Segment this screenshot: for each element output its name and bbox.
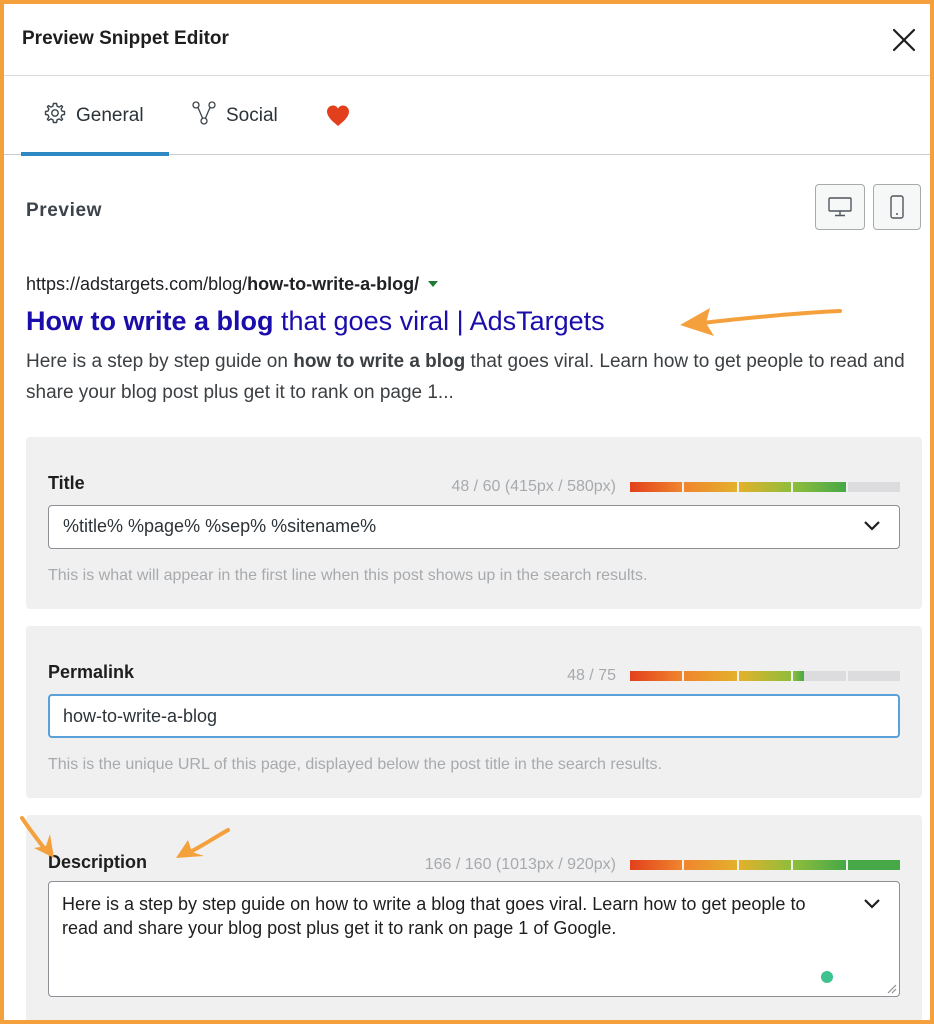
permalink-length-meter xyxy=(630,671,901,681)
heart-icon xyxy=(327,105,349,126)
meter-segment-fill xyxy=(630,482,683,492)
meter-segment xyxy=(738,860,792,870)
serp-url-base: https://adstargets.com/blog/ xyxy=(26,274,248,294)
meter-segment xyxy=(847,860,901,870)
share-nodes-icon xyxy=(191,100,217,132)
meter-segment-fill xyxy=(738,860,792,870)
title-template-value: %title% %page% %sep% %sitename% xyxy=(63,516,377,536)
tab-general[interactable]: General xyxy=(21,77,169,156)
tab-general-label: General xyxy=(76,105,144,126)
annotation-arrow-title xyxy=(680,308,842,336)
title-char-counter: 48 / 60 (415px / 580px) xyxy=(451,478,616,495)
description-length-meter xyxy=(630,860,901,870)
desktop-preview-button[interactable] xyxy=(815,184,865,230)
meter-segment-fill xyxy=(684,860,737,870)
meter-segment xyxy=(847,482,901,492)
mobile-icon xyxy=(890,195,904,219)
meter-segment xyxy=(847,671,901,681)
mobile-preview-button[interactable] xyxy=(873,184,921,230)
modal: Preview Snippet Editor General Social Pr… xyxy=(0,0,934,1024)
serp-title-keyword: How to write a blog xyxy=(26,306,274,336)
description-char-counter: 166 / 160 (1013px / 920px) xyxy=(424,856,616,873)
gear-icon xyxy=(43,101,67,131)
description-textarea[interactable]: Here is a step by step guide on how to w… xyxy=(48,881,900,997)
meter-segment xyxy=(630,860,683,870)
meter-segment xyxy=(630,482,683,492)
meter-segment xyxy=(738,671,792,681)
meter-segment-fill xyxy=(738,671,792,681)
permalink-char-counter: 48 / 75 xyxy=(567,667,616,684)
meter-segment-fill xyxy=(684,482,737,492)
meter-segment-fill xyxy=(684,671,737,681)
title-template-select[interactable]: %title% %page% %sep% %sitename% xyxy=(48,505,900,549)
chevron-down-icon xyxy=(864,521,880,531)
chevron-down-icon[interactable] xyxy=(863,898,881,910)
serp-desc-keyword: how to write a blog xyxy=(293,351,466,372)
tab-heart[interactable] xyxy=(324,77,352,155)
serp-desc-pre: Here is a step by step guide on xyxy=(26,351,294,372)
permalink-help-text: This is the unique URL of this page, dis… xyxy=(48,756,662,773)
description-field-label: Description xyxy=(48,852,148,872)
status-dot xyxy=(821,971,833,983)
meter-segment-fill xyxy=(793,860,846,870)
title-field-panel: Title 48 / 60 (415px / 580px) %title% %p… xyxy=(26,437,922,609)
modal-header: Preview Snippet Editor xyxy=(4,4,930,76)
meter-segment xyxy=(793,671,846,681)
meter-segment-fill xyxy=(847,860,901,870)
preview-heading: Preview xyxy=(26,200,103,221)
serp-description: Here is a step by step guide on how to w… xyxy=(26,346,916,408)
meter-segment xyxy=(684,671,737,681)
meter-segment-fill xyxy=(630,671,683,681)
serp-url-slug: how-to-write-a-blog/ xyxy=(247,274,420,294)
meter-segment xyxy=(630,671,683,681)
meter-segment-fill xyxy=(793,671,804,681)
meter-segment-fill xyxy=(630,860,683,870)
meter-segment xyxy=(738,482,792,492)
meter-segment xyxy=(793,482,846,492)
resize-handle-icon[interactable] xyxy=(885,982,897,994)
modal-title: Preview Snippet Editor xyxy=(22,28,229,49)
title-help-text: This is what will appear in the first li… xyxy=(48,567,648,584)
serp-title[interactable]: How to write a blog that goes viral | Ad… xyxy=(26,306,605,337)
tab-bar: General Social xyxy=(4,77,930,156)
description-field-panel: Description 166 / 160 (1013px / 920px) H… xyxy=(26,815,922,1020)
meter-segment xyxy=(793,860,846,870)
title-field-label: Title xyxy=(48,473,85,493)
close-icon xyxy=(892,28,916,52)
meter-segment xyxy=(684,482,737,492)
serp-url: https://adstargets.com/blog/how-to-write… xyxy=(26,274,439,295)
permalink-input[interactable] xyxy=(48,694,900,738)
permalink-field-label: Permalink xyxy=(48,662,135,682)
desktop-icon xyxy=(828,197,852,217)
meter-segment-fill xyxy=(793,482,846,492)
meter-segment xyxy=(684,860,737,870)
title-length-meter xyxy=(630,482,901,492)
tab-social[interactable]: Social xyxy=(191,77,278,155)
close-button[interactable] xyxy=(888,24,920,56)
description-value: Here is a step by step guide on how to w… xyxy=(62,894,806,938)
meter-segment-fill xyxy=(738,482,792,492)
tab-social-label: Social xyxy=(226,105,278,126)
caret-down-icon xyxy=(428,281,439,287)
serp-title-rest: that goes viral | AdsTargets xyxy=(273,306,605,336)
permalink-field-panel: Permalink 48 / 75 This is the unique URL… xyxy=(26,626,922,798)
